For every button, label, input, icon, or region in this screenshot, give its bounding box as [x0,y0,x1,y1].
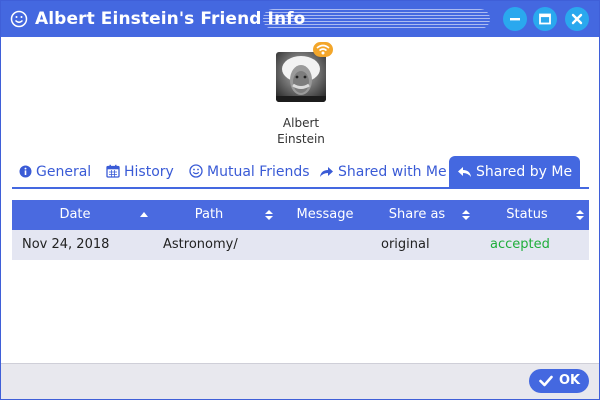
info-icon [19,165,32,178]
sort-ascending-icon[interactable] [140,210,148,220]
column-header-share-as[interactable]: Share as [372,200,462,230]
maximize-button[interactable] [533,7,557,31]
tab-bar: General History Mutual Friends Shared wi… [1,156,599,188]
tab-shared-by-me-label: Shared by Me [476,164,573,180]
checkmark-icon [539,375,553,387]
title-bar[interactable]: Albert Einstein's Friend Info [1,1,599,37]
cell-path: Astronomy/ [163,237,238,252]
wifi-icon [313,42,333,57]
footer-bar [1,363,599,399]
cell-date: Nov 24, 2018 [22,237,110,252]
avatar [276,52,326,102]
column-header-date[interactable]: Date [12,200,138,230]
status-badge: accepted [490,237,550,252]
tab-mutual-friends[interactable]: Mutual Friends [189,156,310,188]
tab-underline [12,187,589,189]
column-header-path[interactable]: Path [152,200,266,230]
tab-shared-by-me[interactable]: Shared by Me [449,156,581,188]
maximize-icon [539,13,551,25]
sort-icon[interactable] [576,210,584,220]
column-header-message[interactable]: Message [278,200,372,230]
title-drag-handle[interactable] [263,9,490,29]
friend-info-window: Albert Einstein's Friend Info Albert Ein… [0,0,600,400]
cell-share-as: original [381,237,430,252]
first-name: Albert [282,116,320,130]
profile-name: Albert Einstein [241,115,361,147]
table-row[interactable]: Nov 24, 2018 Astronomy/ original accepte… [12,230,589,260]
tab-history-label: History [124,164,174,180]
tab-mutual-friends-label: Mutual Friends [207,164,310,180]
table-header: Date Path Message Share as Status [12,200,589,230]
close-icon [571,13,583,25]
tab-general[interactable]: General [19,156,91,188]
reply-arrow-icon [458,167,471,177]
calendar-icon [106,164,120,178]
tab-shared-with-me[interactable]: Shared with Me [319,156,447,188]
ok-button[interactable]: OK [529,369,589,393]
sort-icon[interactable] [462,210,470,220]
smiley-icon [189,164,203,178]
shared-by-me-table: Date Path Message Share as Status Nov 24… [12,200,589,260]
minimize-button[interactable] [503,7,527,31]
column-header-status[interactable]: Status [476,200,578,230]
close-button[interactable] [565,7,589,31]
sort-icon[interactable] [265,210,273,220]
minimize-icon [510,18,520,21]
tab-history[interactable]: History [106,156,174,188]
smiley-icon [10,10,28,28]
last-name: Einstein [277,132,325,146]
ok-button-label: OK [559,373,581,388]
tab-shared-with-me-label: Shared with Me [338,164,447,180]
share-arrow-icon [320,167,333,177]
tab-general-label: General [36,164,92,180]
